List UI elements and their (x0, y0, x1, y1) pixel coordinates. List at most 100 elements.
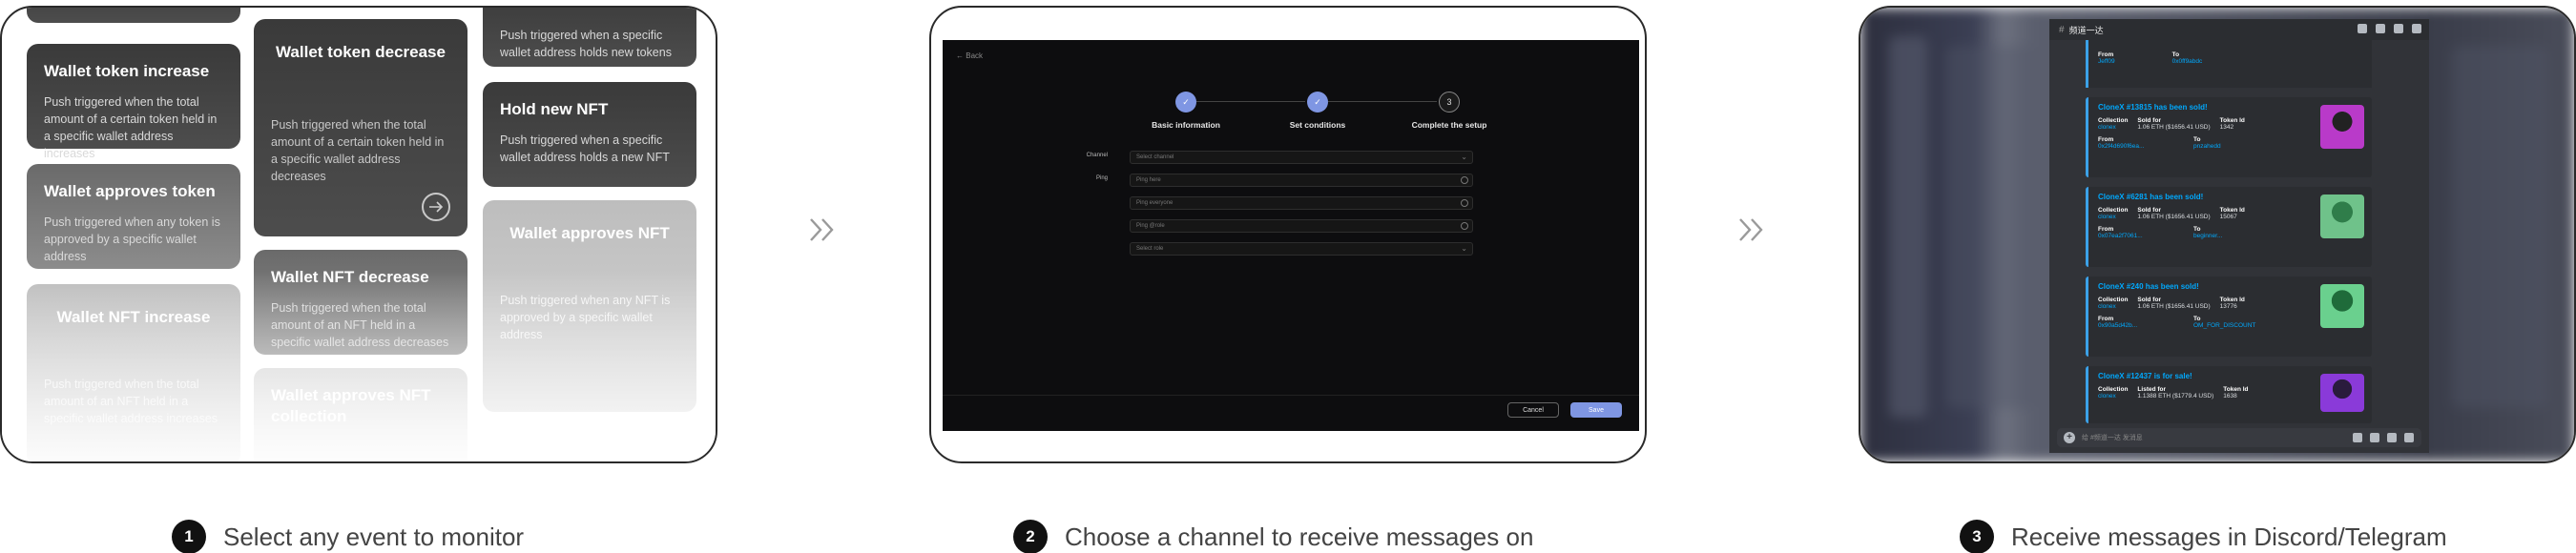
event-card-title: Wallet approves NFT collection (271, 386, 431, 425)
from-label: From (2098, 316, 2114, 322)
event-card-desc: Push triggered when a specific wallet ad… (500, 29, 672, 59)
radio-icon[interactable] (1461, 176, 1468, 184)
nft-thumbnail-image[interactable] (2320, 284, 2364, 328)
event-card-title: Wallet approves token (44, 182, 216, 200)
setup-stepper: ✓ ✓ 3 Basic information Set conditions C… (943, 92, 1639, 139)
price-value: 1.1388 ETH ($1779.4 USD) (2137, 393, 2214, 399)
price-value: 1.06 ETH ($1656.41 USD) (2137, 214, 2211, 220)
collection-value[interactable]: clonex (2098, 393, 2116, 399)
token-id-label: Token Id (2219, 117, 2245, 124)
event-card-hold-new-tokens[interactable]: Push triggered when a specific wallet ad… (483, 8, 696, 67)
channel-name: 频道一达 (2068, 25, 2104, 35)
from-address[interactable]: 0x07ea2f7061... (2098, 233, 2143, 239)
collection-label: Collection (2098, 297, 2129, 303)
role-select[interactable]: Select role ⌄ (1130, 242, 1473, 256)
token-id-value: 15067 (2219, 214, 2237, 220)
bell-icon[interactable] (2376, 24, 2385, 33)
role-select-placeholder: Select role (1136, 246, 1164, 252)
event-card-wallet-token-increase[interactable]: Wallet token increase Push triggered whe… (27, 44, 240, 160)
event-card-desc: Push triggered when any token is approve… (44, 215, 220, 263)
arrow-right-circle-icon[interactable] (422, 193, 450, 221)
event-card-wallet-approves-token[interactable]: Wallet approves token Push triggered whe… (27, 164, 240, 269)
sticker-icon[interactable] (2387, 433, 2397, 442)
ping-option-label: Ping everyone (1136, 200, 1174, 206)
message-embed-partial: From Jeff09 To 0x0ff9abdc (2086, 40, 2372, 88)
event-selection-panel: Wallet token increase Push triggered whe… (0, 6, 717, 463)
ping-role-option[interactable]: Ping @role (1130, 219, 1473, 233)
to-label: To (2193, 316, 2201, 322)
sale-message-embed: CloneX #6281 has been sold! Collection cl… (2086, 187, 2372, 267)
step-number-badge: 1 (172, 520, 206, 553)
from-address[interactable]: Jeff09 (2098, 58, 2115, 65)
collection-value[interactable]: clonex (2098, 303, 2116, 310)
event-card-wallet-approves-nft-collection[interactable]: Wallet approves NFT collection (254, 368, 467, 461)
to-label: To (2193, 226, 2201, 233)
event-card-hold-new-nft[interactable]: Hold new NFT Push triggered when a speci… (483, 82, 696, 187)
event-card-wallet-approves-nft[interactable]: Wallet approves NFT Push triggered when … (483, 200, 696, 412)
members-icon[interactable] (2412, 24, 2421, 33)
ping-here-option[interactable]: Ping here (1130, 174, 1473, 187)
channel-select-placeholder: Select channel (1136, 154, 1174, 160)
step-check-icon: ✓ (1307, 92, 1328, 113)
from-address[interactable]: 0x2f4d690f6ea... (2098, 143, 2144, 150)
step-caption-1: 1 Select any event to monitor (172, 520, 524, 553)
radio-icon[interactable] (1461, 199, 1468, 207)
hash-icon: # (2059, 24, 2065, 35)
channel-label: Channel (1086, 153, 1108, 158)
header-actions (2358, 24, 2421, 33)
pin-icon[interactable] (2394, 24, 2403, 33)
from-address[interactable]: 0x90a5d42b... (2098, 322, 2137, 329)
ping-everyone-option[interactable]: Ping everyone (1130, 196, 1473, 210)
emoji-icon[interactable] (2404, 433, 2414, 442)
stepper-connector (1328, 101, 1437, 102)
collection-label: Collection (2098, 386, 2129, 393)
cancel-button[interactable]: Cancel (1507, 402, 1559, 418)
plus-icon[interactable]: + (2064, 432, 2075, 443)
discord-messages-panel: # 频道一达 From Jeff09 To 0x0ff9abdc CloneX … (1859, 6, 2576, 463)
radio-icon[interactable] (1461, 222, 1468, 230)
step-label-basic: Basic information (1152, 120, 1220, 130)
chevron-down-icon: ⌄ (1461, 153, 1467, 161)
from-label: From (2098, 226, 2114, 233)
step-label-complete: Complete the setup (1411, 120, 1487, 130)
step-caption-text: Choose a channel to receive messages on (1065, 522, 1534, 551)
collection-value[interactable]: clonex (2098, 124, 2116, 131)
step-caption-2: 2 Choose a channel to receive messages o… (1013, 520, 1534, 553)
to-address[interactable]: pnzahedd (2193, 143, 2221, 150)
back-link[interactable]: ← Back (956, 51, 983, 60)
event-card-title: Wallet approves NFT (509, 224, 670, 242)
double-chevron-right-icon (807, 215, 840, 244)
event-card-wallet-token-decrease[interactable]: Wallet token decrease Push triggered whe… (254, 19, 467, 236)
gif-icon[interactable] (2370, 433, 2379, 442)
collection-value[interactable]: clonex (2098, 214, 2116, 220)
token-id-label: Token Id (2219, 207, 2245, 214)
gift-icon[interactable] (2353, 433, 2362, 442)
nft-thumbnail-image[interactable] (2320, 105, 2364, 149)
double-chevron-right-icon (1736, 215, 1769, 244)
setup-app-window: ← Back ✓ ✓ 3 Basic information Set condi… (943, 40, 1639, 431)
ping-option-label: Ping @role (1136, 223, 1165, 229)
step-check-icon: ✓ (1175, 92, 1196, 113)
token-id-value: 1342 (2219, 124, 2234, 131)
step-number-icon: 3 (1439, 92, 1460, 113)
ping-option-label: Ping here (1136, 177, 1161, 183)
event-card-partial-top[interactable] (27, 8, 240, 23)
to-address[interactable]: OM_FOR_DISCOUNT (2193, 322, 2255, 329)
save-button[interactable]: Save (1570, 402, 1622, 418)
message-input[interactable]: + 给 #频道一达 发消息 (2057, 428, 2421, 447)
nft-thumbnail-image[interactable] (2320, 195, 2364, 238)
channel-select[interactable]: Select channel ⌄ (1130, 151, 1473, 164)
event-card-wallet-nft-decrease[interactable]: Wallet NFT decrease Push triggered when … (254, 250, 467, 355)
back-label: Back (966, 51, 984, 60)
token-id-value: 13776 (2219, 303, 2237, 310)
event-card-wallet-nft-increase[interactable]: Wallet NFT increase Push triggered when … (27, 284, 240, 461)
threads-icon[interactable] (2358, 24, 2367, 33)
event-card-desc: Push triggered when the total amount of … (44, 378, 218, 425)
stepper-connector (1196, 101, 1305, 102)
listing-message-embed: CloneX #12437 is for sale! Collection clo… (2086, 366, 2372, 423)
to-address[interactable]: beginner... (2193, 233, 2222, 239)
price-label: Sold for (2137, 297, 2161, 303)
to-address[interactable]: 0x0ff9abdc (2172, 58, 2203, 65)
nft-thumbnail-image[interactable] (2320, 374, 2364, 412)
token-id-label: Token Id (2219, 297, 2245, 303)
